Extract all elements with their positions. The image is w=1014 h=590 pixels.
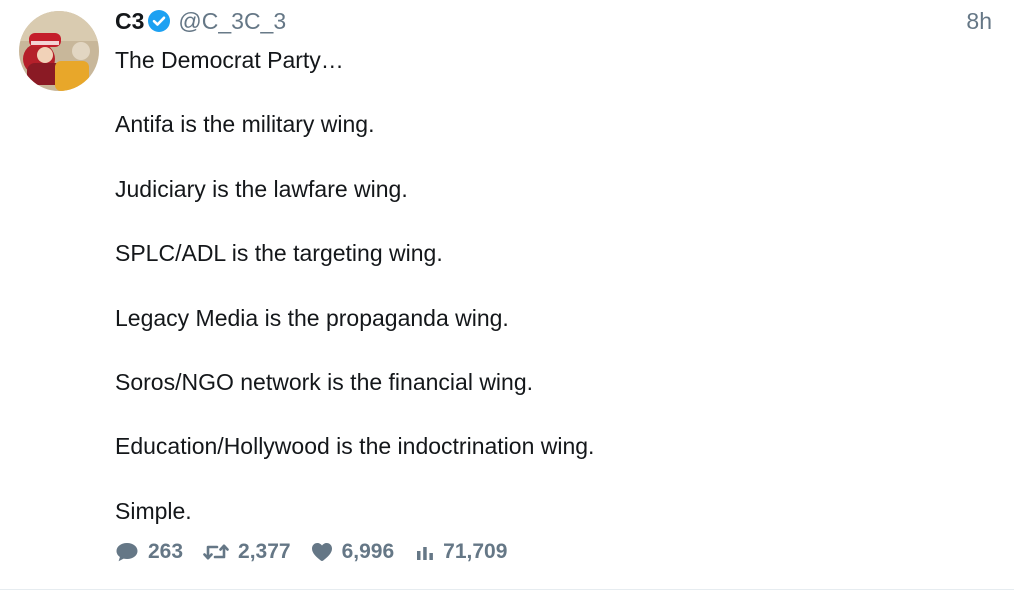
reply-button[interactable]: 263 [115, 540, 183, 564]
tweet-text-line: Judiciary is the lawfare wing. [115, 175, 408, 202]
profile-avatar[interactable] [19, 11, 99, 91]
like-button[interactable]: 6,996 [311, 540, 395, 564]
avatar-image [19, 11, 99, 91]
views-bar-chart-icon [416, 543, 434, 561]
like-count: 6,996 [341, 540, 395, 563]
tweet-text: The Democrat Party… Antifa is the milita… [115, 45, 975, 560]
author-handle[interactable]: @C_3C_3 [178, 8, 286, 35]
verified-badge-icon [148, 10, 171, 32]
tweet-text-line: Antifa is the military wing. [115, 111, 375, 138]
retweet-icon [203, 541, 229, 563]
heart-icon [311, 542, 333, 562]
tweet-text-line: The Democrat Party… [115, 47, 344, 73]
view-count: 71,709 [443, 540, 508, 563]
tweet-timestamp[interactable]: 8h [966, 5, 992, 37]
reply-bubble-icon [115, 541, 139, 563]
retweet-count: 2,377 [238, 540, 291, 563]
retweet-button[interactable]: 2,377 [203, 540, 291, 564]
tweet-text-line: Education/Hollywood is the indoctrinatio… [115, 433, 595, 460]
views-button[interactable]: 71,709 [416, 540, 507, 564]
tweet[interactable]: C3 @C_3C_3 8h The Democrat Party… Antifa… [0, 0, 1014, 590]
reply-count: 263 [148, 540, 184, 563]
author-display-name[interactable]: C3 [115, 8, 144, 35]
tweet-actions-bar: 263 2,377 6,996 71,709 [115, 538, 507, 566]
tweet-text-line: Soros/NGO network is the financial wing. [115, 368, 534, 395]
tweet-text-line: SPLC/ADL is the targeting wing. [115, 240, 443, 267]
tweet-text-line: Legacy Media is the propaganda wing. [115, 304, 509, 331]
tweet-header: C3 @C_3C_3 [115, 5, 286, 37]
